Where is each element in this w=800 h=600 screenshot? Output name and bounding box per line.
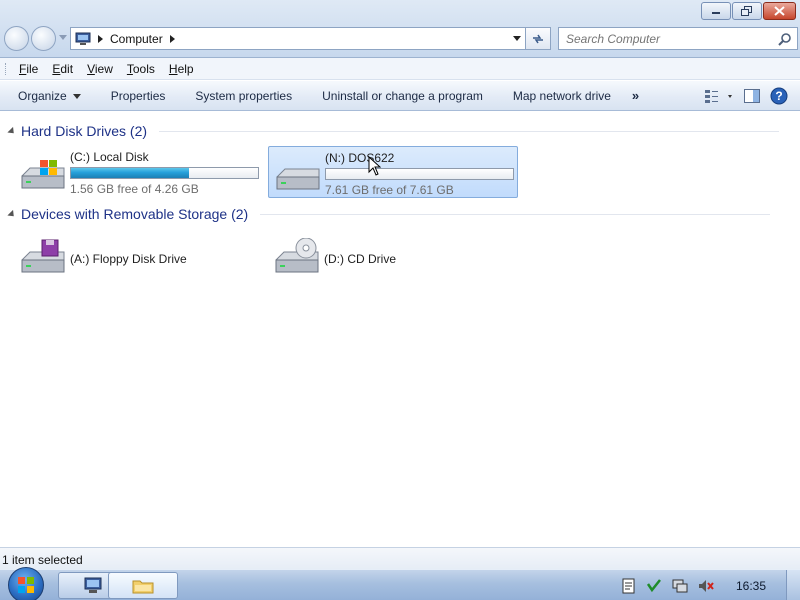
- close-icon: [774, 6, 785, 16]
- search-box[interactable]: [558, 27, 798, 50]
- taskbar: 16:35: [0, 567, 800, 600]
- menu-label: dit: [60, 61, 74, 76]
- chevron-down-icon: [72, 93, 81, 99]
- help-button[interactable]: ?: [770, 87, 788, 105]
- minimize-icon: [712, 12, 720, 14]
- map-network-drive-button[interactable]: Map network drive: [498, 89, 626, 103]
- search-input[interactable]: [559, 28, 769, 49]
- uninstall-program-button[interactable]: Uninstall or change a program: [307, 89, 498, 103]
- minimize-button[interactable]: [701, 2, 731, 20]
- drive-name: (C:) Local Disk: [70, 150, 149, 164]
- more-commands-button[interactable]: »: [626, 88, 645, 103]
- menu-label: iew: [94, 61, 113, 76]
- drive-usage-bar: [325, 168, 514, 180]
- menu-view[interactable]: View: [87, 62, 113, 76]
- back-button[interactable]: [4, 26, 29, 51]
- collapse-arrow-icon: [7, 209, 17, 219]
- refresh-button[interactable]: [526, 27, 551, 50]
- menu-bar: File Edit View Tools Help: [0, 58, 800, 80]
- collapse-arrow-icon: [7, 126, 17, 136]
- search-icon[interactable]: [778, 32, 792, 46]
- breadcrumb-separator[interactable]: [169, 34, 175, 43]
- drive-item-d[interactable]: (D:) CD Drive: [268, 230, 518, 282]
- computer-icon: [84, 577, 102, 593]
- group-divider: [159, 130, 780, 132]
- command-toolbar: Organize Properties System properties Un…: [0, 81, 800, 111]
- file-list-area[interactable]: Hard Disk Drives (2) (C:) Local Disk 1.5…: [0, 112, 800, 547]
- show-desktop-button[interactable]: [786, 570, 800, 600]
- organize-label: Organize: [18, 88, 67, 103]
- group-title: Devices with Removable Storage (2): [21, 206, 249, 222]
- folder-icon: [132, 580, 154, 593]
- help-icon: ?: [770, 87, 788, 105]
- group-header-removable-storage[interactable]: Devices with Removable Storage (2): [7, 206, 771, 222]
- system-tray: 16:35: [590, 570, 800, 600]
- drive-name: (N:) DOS622: [325, 151, 395, 165]
- menu-file[interactable]: File: [19, 62, 38, 76]
- menu-grip: [5, 63, 8, 75]
- window-titlebar: Computer: [0, 0, 800, 58]
- drive-name: (A:) Floppy Disk Drive: [70, 252, 187, 266]
- tray-network-icon[interactable]: [672, 578, 688, 594]
- group-header-hard-disk-drives[interactable]: Hard Disk Drives (2): [7, 123, 780, 139]
- floppy-drive-icon: [21, 239, 65, 273]
- organize-button[interactable]: Organize: [0, 89, 96, 103]
- drive-item-a[interactable]: (A:) Floppy Disk Drive: [14, 230, 264, 282]
- menu-edit[interactable]: Edit: [52, 62, 73, 76]
- tray-security-icon[interactable]: [646, 578, 662, 594]
- menu-label: ools: [132, 61, 155, 76]
- recent-pages-dropdown[interactable]: [59, 35, 67, 40]
- taskbar-explorer-button[interactable]: [108, 572, 178, 599]
- drive-free-space: 1.56 GB free of 4.26 GB: [70, 182, 199, 196]
- menu-help[interactable]: Help: [169, 62, 194, 76]
- window-controls: [701, 2, 796, 20]
- address-dropdown[interactable]: [513, 36, 521, 41]
- menu-accel: V: [87, 61, 95, 76]
- drive-free-space: 7.61 GB free of 7.61 GB: [325, 183, 454, 197]
- windows-logo-icon: [18, 577, 34, 593]
- menu-label: elp: [177, 61, 194, 76]
- drive-name: (D:) CD Drive: [324, 252, 396, 266]
- view-options-icon: [705, 90, 732, 103]
- toolbar-right: ?: [704, 87, 788, 105]
- breadcrumb-separator[interactable]: [98, 34, 103, 43]
- forward-button[interactable]: [31, 26, 56, 51]
- tray-action-center-icon[interactable]: [622, 578, 636, 594]
- group-title: Hard Disk Drives (2): [21, 123, 148, 139]
- menu-accel: H: [168, 61, 178, 76]
- menu-tools[interactable]: Tools: [127, 62, 155, 76]
- restore-button[interactable]: [732, 2, 762, 20]
- cd-drive-icon: [275, 238, 319, 273]
- refresh-icon: [533, 34, 543, 43]
- tray-volume-muted-icon[interactable]: [698, 578, 714, 594]
- menu-label: ile: [26, 61, 39, 76]
- address-bar[interactable]: Computer: [70, 27, 526, 50]
- status-text: 1 item selected: [2, 553, 83, 567]
- computer-icon: [75, 32, 91, 45]
- properties-button[interactable]: Properties: [96, 89, 181, 103]
- drive-item-n[interactable]: (N:) DOS622 7.61 GB free of 7.61 GB: [268, 146, 518, 198]
- svg-text:?: ?: [775, 89, 782, 103]
- group-divider: [260, 213, 771, 215]
- mouse-cursor-icon: [368, 156, 381, 176]
- preview-pane-button[interactable]: [744, 88, 760, 104]
- windows-drive-icon: [21, 160, 65, 189]
- status-bar: 1 item selected: [0, 547, 800, 569]
- start-button[interactable]: [8, 567, 44, 600]
- drive-usage-bar: [70, 167, 259, 179]
- hard-drive-icon: [276, 168, 320, 190]
- change-view-button[interactable]: [704, 88, 734, 104]
- taskbar-clock[interactable]: 16:35: [736, 579, 766, 593]
- close-button[interactable]: [763, 2, 796, 20]
- preview-pane-icon: [744, 89, 760, 103]
- drive-usage-fill: [71, 168, 189, 178]
- system-properties-button[interactable]: System properties: [180, 89, 307, 103]
- restore-icon: [741, 6, 752, 16]
- breadcrumb-computer[interactable]: Computer: [110, 32, 163, 46]
- drive-item-c[interactable]: (C:) Local Disk 1.56 GB free of 4.26 GB: [14, 146, 264, 198]
